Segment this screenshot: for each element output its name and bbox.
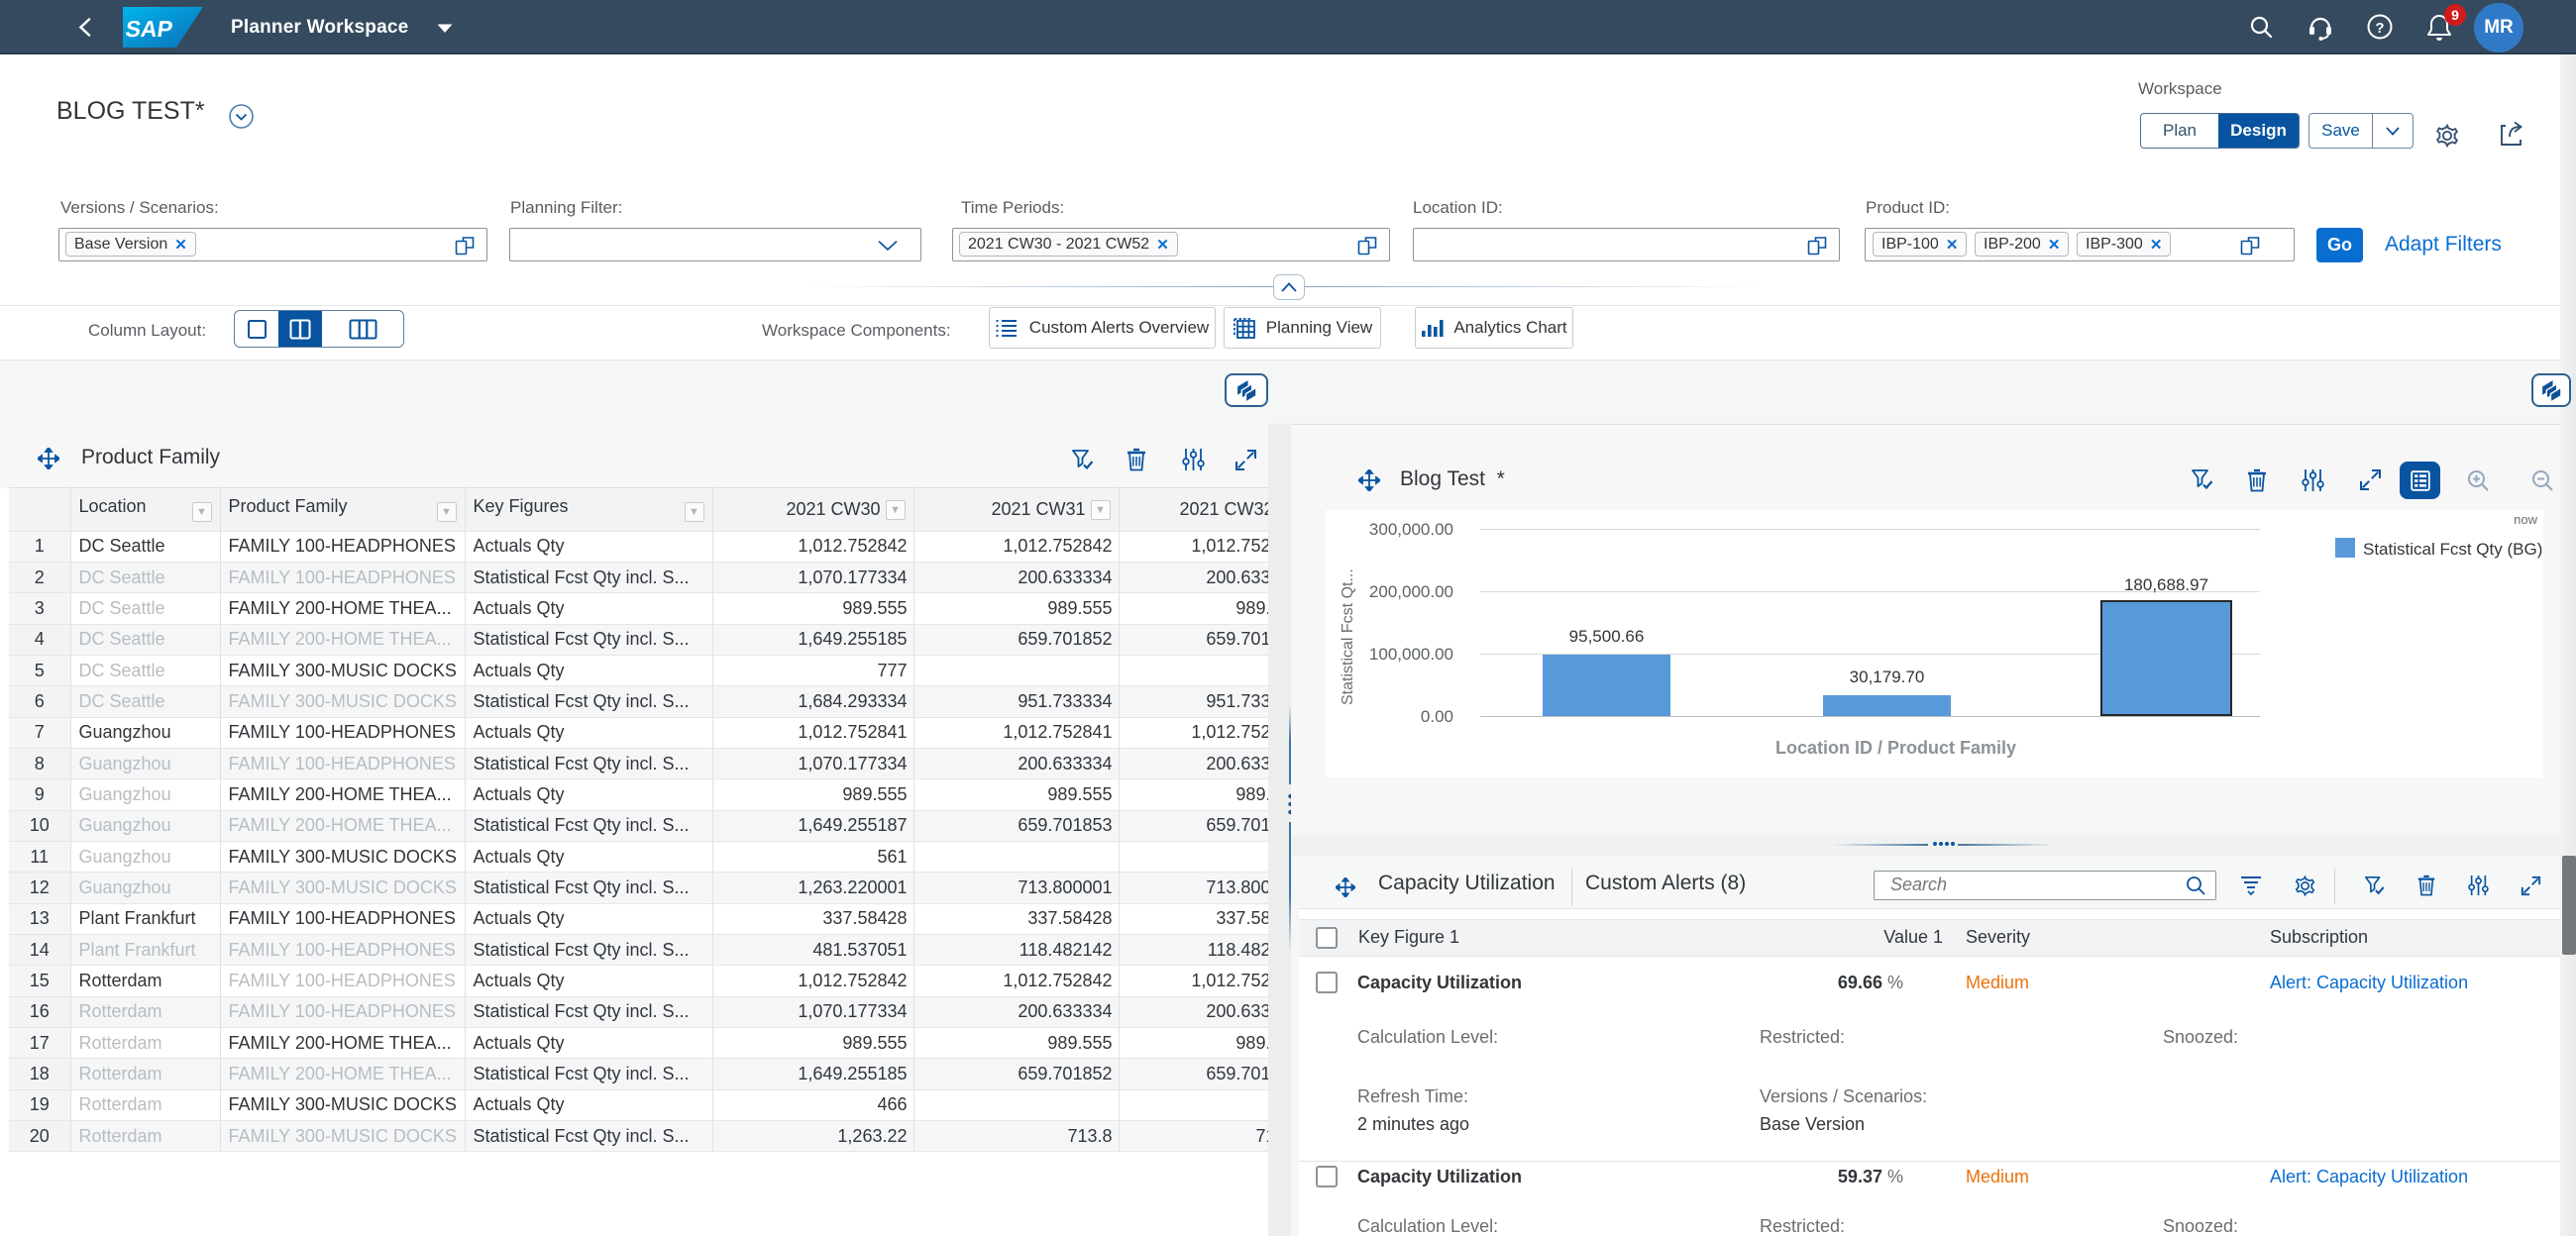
svg-text:SAP: SAP bbox=[124, 16, 174, 42]
svg-text:?: ? bbox=[2375, 20, 2384, 37]
